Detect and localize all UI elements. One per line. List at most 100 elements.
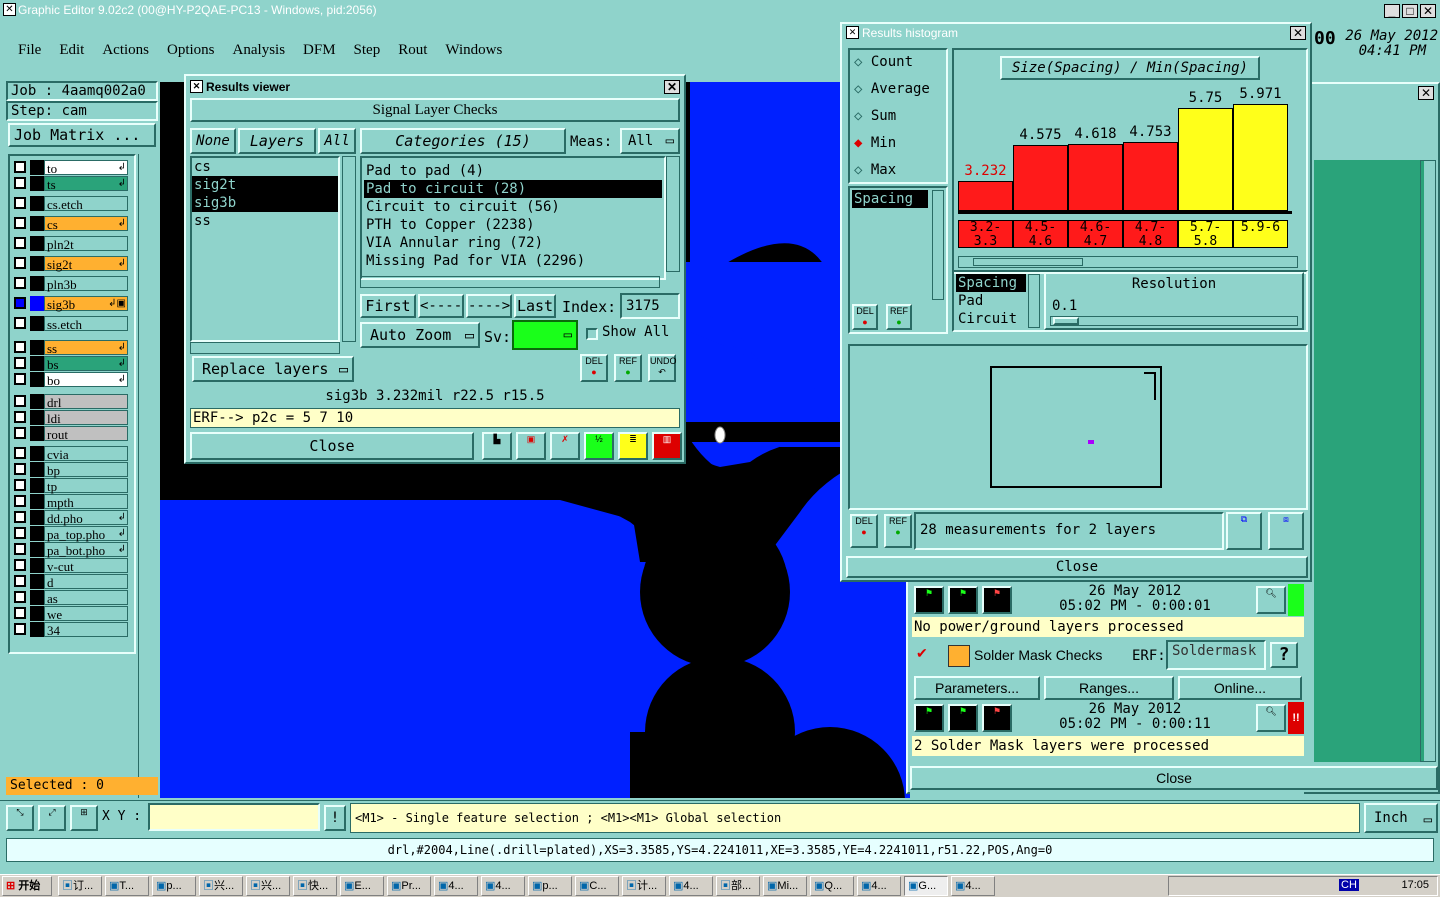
zoom-icon[interactable]: 🔍︎ <box>1256 586 1286 614</box>
layer-name[interactable]: pln3b <box>44 276 128 292</box>
layer-name[interactable]: to <box>44 160 128 176</box>
layer-row-cvia[interactable]: cvia <box>12 446 128 462</box>
taskbar-item[interactable]: ▣4... <box>481 876 525 896</box>
mode-max-radio[interactable]: ◇ Max <box>854 162 896 178</box>
layer-name[interactable]: cs.etch <box>44 196 128 212</box>
taskbar-item[interactable]: ▣4... <box>434 876 478 896</box>
mode-average-radio[interactable]: ◇ Average <box>854 81 930 97</box>
layer-checkbox[interactable] <box>14 395 26 407</box>
taskbar-item[interactable]: ▣兴... <box>246 876 290 896</box>
value-scrollbar[interactable] <box>1028 274 1040 328</box>
layer-name[interactable]: v-cut <box>44 558 128 574</box>
layer-checkbox[interactable] <box>14 177 26 189</box>
layer-checkbox[interactable] <box>14 447 26 459</box>
taskbar-item[interactable]: ▣p... <box>152 876 196 896</box>
layer-row-bp[interactable]: bp <box>12 462 128 478</box>
stop-icon[interactable]: ⚑ <box>982 704 1012 732</box>
categories-button[interactable]: Categories (15) <box>360 128 566 154</box>
stop-icon[interactable]: ⚑ <box>982 586 1012 614</box>
chart-hscrollbar[interactable] <box>958 256 1298 268</box>
value-item[interactable]: Spacing <box>956 274 1026 292</box>
job-matrix-button[interactable]: Job Matrix ... <box>8 123 156 147</box>
layer-row-mpth[interactable]: mpth <box>12 494 128 510</box>
menu-edit[interactable]: Edit <box>59 42 84 59</box>
layer-name[interactable]: bs <box>44 356 128 372</box>
layer-name[interactable]: sig2t <box>44 256 128 272</box>
layers-button[interactable]: Layers <box>238 128 316 154</box>
sv-color-dropdown[interactable]: ▭ <box>512 320 578 350</box>
histogram-bar[interactable] <box>1013 145 1068 211</box>
all-button[interactable]: All <box>318 128 356 154</box>
mode-count-radio[interactable]: ◇ Count <box>854 54 913 70</box>
taskbar-item[interactable]: ▣部... <box>716 876 760 896</box>
show-all-checkbox[interactable] <box>586 328 598 340</box>
layer-list-item[interactable]: sig3b <box>192 194 338 212</box>
layer-row-pa-top-pho[interactable]: pa_top.pho ↲ <box>12 526 128 542</box>
taskbar-item[interactable]: ▣T... <box>105 876 149 896</box>
layer-row-we[interactable]: we <box>12 606 128 622</box>
taskbar-item[interactable]: ▣Pr... <box>387 876 431 896</box>
layer-name[interactable]: as <box>44 590 128 606</box>
ref-button[interactable]: REF ● <box>886 304 912 330</box>
layer-checkbox[interactable] <box>14 427 26 439</box>
auto-zoom-dropdown[interactable]: Auto Zoom ▭ <box>360 322 480 348</box>
close-icon[interactable]: ✕ <box>1290 26 1306 40</box>
taskbar-item[interactable]: ▣Mi... <box>763 876 807 896</box>
undo-button[interactable]: UNDO ↶ <box>648 354 677 382</box>
layer-row-ss[interactable]: ss ↲ <box>12 340 128 356</box>
run-icon[interactable]: ⚑ <box>914 586 944 614</box>
measure-list[interactable]: Spacing <box>852 190 928 310</box>
chart-scroll-thumb[interactable] <box>973 258 1083 266</box>
layer-name[interactable]: mpth <box>44 494 128 510</box>
zoom-icon[interactable]: 🔍︎ <box>1256 704 1286 732</box>
categories-hscrollbar[interactable] <box>360 276 660 288</box>
measure-item[interactable]: Spacing <box>852 190 928 208</box>
category-item[interactable]: Missing Pad for VIA (2296) <box>364 252 662 270</box>
menu-windows[interactable]: Windows <box>445 42 502 59</box>
close-icon[interactable]: ✕ <box>1418 86 1434 100</box>
taskbar-item[interactable]: ▣计... <box>622 876 666 896</box>
none-button[interactable]: None <box>190 128 236 154</box>
taskbar-item[interactable]: ▣兴... <box>199 876 243 896</box>
histogram-bar[interactable] <box>1123 142 1178 211</box>
minimize-icon[interactable]: _ <box>1384 4 1400 18</box>
layer-list-hscrollbar[interactable] <box>190 342 340 354</box>
histogram-close-button[interactable]: Close <box>846 556 1308 578</box>
layer-row-rout[interactable]: rout <box>12 426 128 442</box>
taskbar-item[interactable]: ▣4... <box>669 876 713 896</box>
taskbar-item[interactable]: ▣4... <box>951 876 995 896</box>
value-item[interactable]: Circuit <box>956 310 1026 328</box>
menu-dfm[interactable]: DFM <box>303 42 336 59</box>
layer-checkbox[interactable] <box>14 511 26 523</box>
layer-name[interactable]: ts <box>44 176 128 192</box>
layer-checkbox[interactable] <box>14 479 26 491</box>
histogram-bar[interactable] <box>1068 144 1123 211</box>
checks-scrollbar[interactable] <box>1420 160 1436 762</box>
ref-button[interactable]: REF ● <box>884 514 912 548</box>
layer-checkbox[interactable] <box>14 197 26 209</box>
delete-layer-icon[interactable]: ▣ <box>516 432 546 460</box>
category-item[interactable]: Pad to pad (4) <box>364 162 662 180</box>
erf-input[interactable]: Soldermask <box>1166 640 1266 670</box>
close-icon[interactable]: ✕ <box>664 80 680 94</box>
layer-name[interactable]: pa_bot.pho <box>44 542 128 558</box>
grid-tool-icon[interactable]: ⊞ <box>70 805 98 831</box>
signal-layer-checks-header[interactable]: Signal Layer Checks <box>190 98 680 122</box>
layer-checkbox[interactable] <box>14 217 26 229</box>
layer-name[interactable]: pa_top.pho <box>44 526 128 542</box>
layer-checkbox[interactable] <box>14 341 26 353</box>
layer-checkbox[interactable] <box>14 495 26 507</box>
select-tool-icon[interactable]: ⤡ <box>6 805 34 831</box>
layer-checkbox[interactable] <box>14 527 26 539</box>
layer-row-to[interactable]: to ↲ <box>12 160 128 176</box>
layer-row-pln3b[interactable]: pln3b <box>12 276 128 292</box>
taskbar-item[interactable]: ▣p... <box>528 876 572 896</box>
layer-row-cs[interactable]: cs ↲ <box>12 216 128 232</box>
layer-name[interactable]: bo <box>44 372 128 388</box>
start-button[interactable]: ⊞ 开始 <box>2 876 52 896</box>
layer-checkbox[interactable] <box>14 623 26 635</box>
layer-checkbox[interactable] <box>14 297 26 309</box>
meas-dropdown[interactable]: All ▭ <box>620 128 680 154</box>
value-list[interactable]: Spacing Pad Circuit <box>956 274 1026 328</box>
layer-row-sig2t[interactable]: sig2t ↲ <box>12 256 128 272</box>
